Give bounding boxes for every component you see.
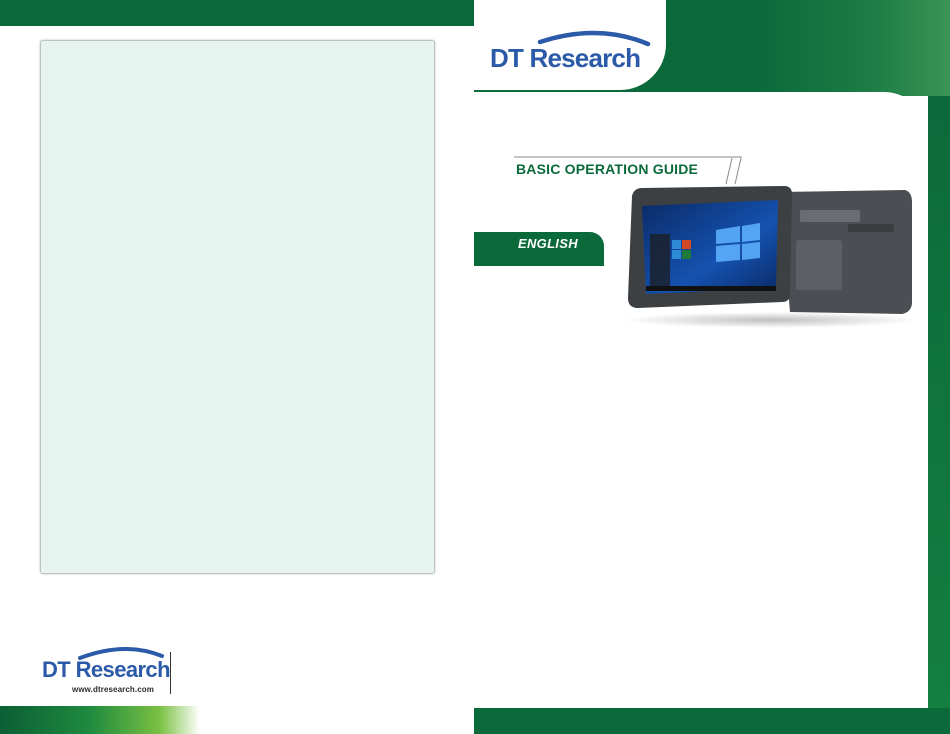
header-logo-text: DT Research	[490, 43, 640, 73]
guide-title: BASIC OPERATION GUIDE	[516, 161, 699, 177]
logo-divider	[170, 652, 171, 694]
right-side-strip	[928, 96, 950, 734]
logo-website-url: www.dtresearch.com	[72, 685, 154, 694]
right-bottom-bar	[474, 708, 950, 734]
left-bottom-gradient-bar	[0, 706, 200, 734]
left-top-bar	[0, 0, 474, 26]
blank-note-panel	[40, 40, 435, 574]
header-dt-research-logo: DT Research	[490, 30, 651, 73]
bottom-logo-text: DT Research	[42, 657, 170, 682]
language-label: ENGLISH	[518, 236, 578, 251]
tablet-device-image	[622, 186, 918, 328]
